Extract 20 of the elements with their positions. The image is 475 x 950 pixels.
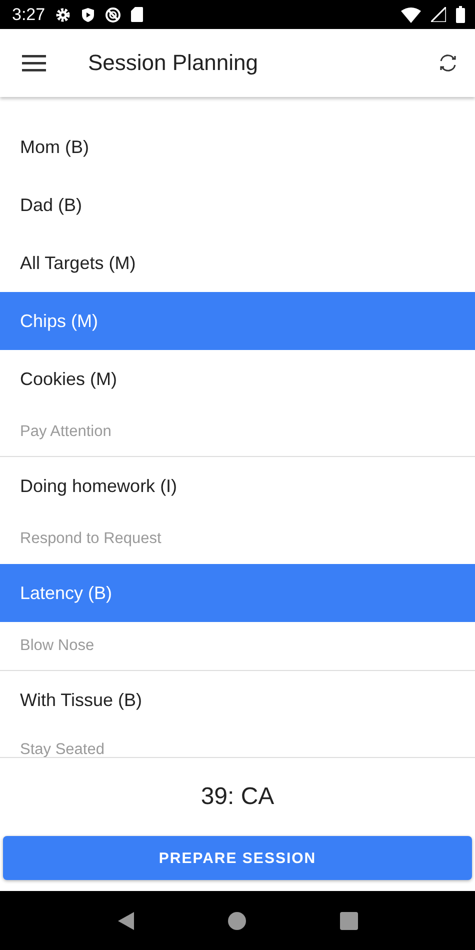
menu-button[interactable] xyxy=(22,54,46,72)
back-button[interactable] xyxy=(116,910,135,930)
wifi-icon xyxy=(401,6,421,22)
session-summary: 39: CA xyxy=(200,783,274,811)
prepare-session-button[interactable]: PREPARE SESSION xyxy=(3,836,472,880)
refresh-button[interactable] xyxy=(437,52,459,74)
recents-button[interactable] xyxy=(340,912,358,930)
list-item[interactable]: Chips (M) xyxy=(0,292,475,350)
shield-icon xyxy=(81,6,96,22)
list-item[interactable]: Latency (B) xyxy=(0,564,475,622)
group-heading: Respond to Request xyxy=(19,529,162,549)
battery-icon xyxy=(456,6,465,23)
home-button[interactable] xyxy=(228,912,246,930)
blocked-icon xyxy=(105,6,122,22)
sd-card-icon xyxy=(131,7,144,22)
signal-icon xyxy=(431,7,446,22)
status-time: 3:27 xyxy=(12,4,46,24)
group-heading: Stay Seated xyxy=(19,740,106,757)
gear-icon xyxy=(55,6,72,22)
screen-title: Session Planning xyxy=(88,50,260,76)
